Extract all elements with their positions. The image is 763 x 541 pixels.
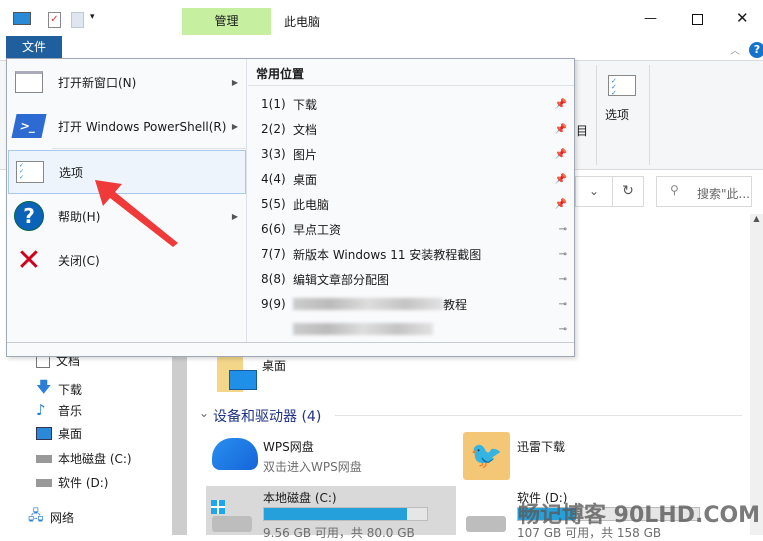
arrow-shape xyxy=(95,180,178,247)
red-arrow-annotation xyxy=(95,180,178,247)
